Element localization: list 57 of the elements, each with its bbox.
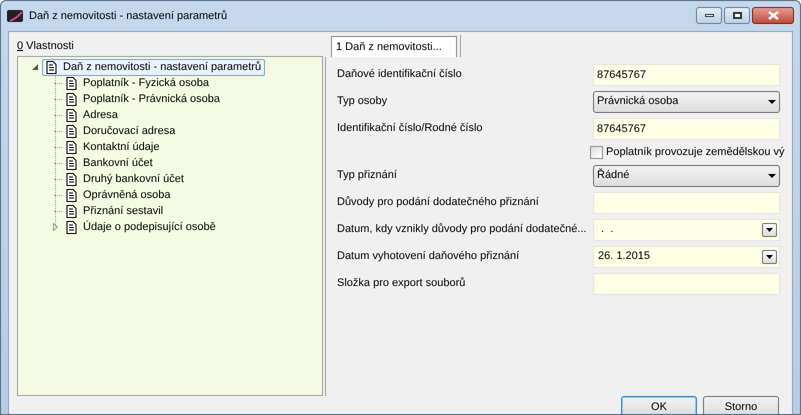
field-label: Daňové identifikační číslo xyxy=(337,67,463,82)
maximize-button[interactable] xyxy=(724,7,750,24)
app-logo-icon xyxy=(7,8,23,24)
field-label: Složka pro export souborů xyxy=(337,276,466,292)
document-icon xyxy=(66,188,77,202)
caret-icon xyxy=(766,254,773,258)
dropdown-button[interactable] xyxy=(762,222,777,236)
caret-icon xyxy=(768,174,776,178)
close-button[interactable] xyxy=(752,7,794,24)
text-field[interactable]: 87645767 xyxy=(593,118,780,140)
tab[interactable]: 1 Daň z nemovitosti... xyxy=(331,36,457,57)
document-icon xyxy=(66,76,77,90)
document-icon xyxy=(46,60,57,74)
expand-triangle-icon[interactable] xyxy=(52,223,58,231)
tree-item[interactable]: Kontaktní údaje xyxy=(62,138,164,156)
text-field[interactable] xyxy=(593,272,780,294)
tree-item[interactable]: Údaje o podepisující osobě xyxy=(62,218,220,236)
field-label: Důvody pro podání dodatečného přiznání xyxy=(337,195,540,210)
dropdown-button[interactable] xyxy=(762,250,777,264)
dropdown-select[interactable]: Právnická osoba xyxy=(593,90,780,112)
tree-item[interactable]: Bankovní účet xyxy=(62,154,157,172)
date-field[interactable]: 26. 1.2015 xyxy=(593,246,780,268)
tree-item[interactable]: Doručovací adresa xyxy=(62,122,180,140)
dialog-button[interactable]: Storno xyxy=(703,396,779,414)
dialog-button[interactable]: OK xyxy=(621,396,697,414)
field-label: Datum vyhotovení daňového přiznání xyxy=(337,249,520,264)
document-icon xyxy=(66,204,77,218)
text-field[interactable] xyxy=(593,192,780,214)
window-title: Daň z nemovitosti - nastavení parametrů xyxy=(29,8,228,24)
date-field[interactable]: . . xyxy=(593,218,780,240)
document-icon xyxy=(66,220,77,234)
document-icon xyxy=(66,108,77,122)
caret-icon xyxy=(768,100,776,104)
tree-item[interactable]: Adresa xyxy=(62,106,122,124)
document-icon xyxy=(66,124,77,138)
tree-item[interactable]: Druhý bankovní účet xyxy=(62,170,188,188)
field-label: Typ přiznání xyxy=(337,168,398,184)
field-label: Datum, kdy vznikly důvody pro podání dodatečné... xyxy=(337,222,588,238)
document-icon xyxy=(66,92,77,106)
field-label: Typ osoby xyxy=(337,94,388,110)
close-icon xyxy=(768,11,778,20)
tree-item[interactable]: Poplatník - Fyzická osoba xyxy=(62,74,213,92)
document-icon xyxy=(66,172,77,186)
tree-item[interactable]: Poplatník - Právnická osoba xyxy=(62,90,224,108)
panel-label: 0 Vlastnosti xyxy=(17,38,75,54)
document-icon xyxy=(66,156,77,170)
minimize-button[interactable] xyxy=(696,7,722,24)
tree-item[interactable]: Daň z nemovitosti - nastavení parametrů xyxy=(42,58,266,76)
document-icon xyxy=(66,140,77,154)
checkbox[interactable]: Poplatník provozuje zemědělskou vý xyxy=(590,144,785,160)
tree-item[interactable]: Přiznání sestavil xyxy=(62,202,168,220)
text-field[interactable]: 87645767 xyxy=(593,64,780,86)
field-label: Identifikační číslo/Rodné číslo xyxy=(337,121,484,136)
dropdown-select[interactable]: Řádné xyxy=(593,164,780,186)
collapse-triangle-icon[interactable] xyxy=(32,64,38,70)
caret-icon xyxy=(766,228,773,232)
tree-item[interactable]: Oprávněná osoba xyxy=(62,186,174,204)
